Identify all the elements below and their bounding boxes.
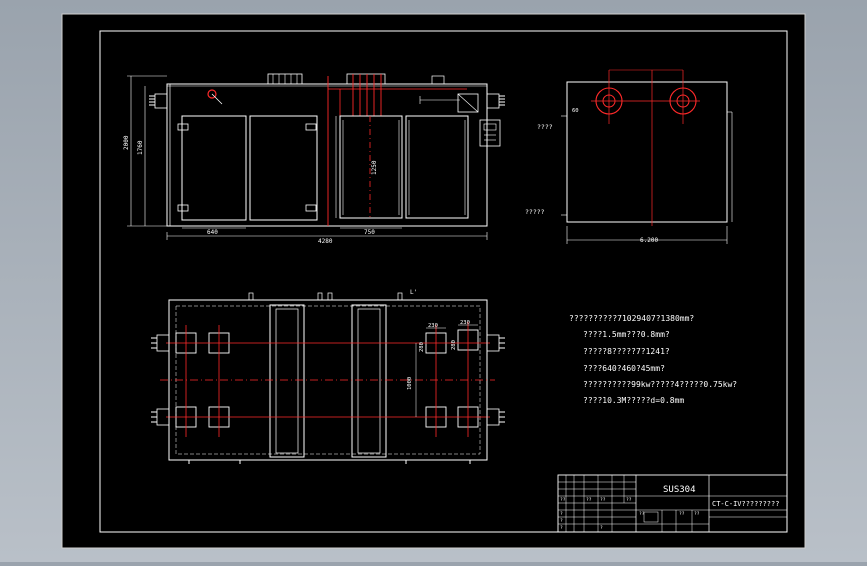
drawing-canvas: 2000 1760 1250 640 750 4280 60 ???? ????… <box>61 13 806 549</box>
label-bottom-port: ????? <box>525 208 545 216</box>
label-top-port: ???? <box>537 123 553 131</box>
material-label: SUS304 <box>663 485 696 495</box>
dim-duct-d: 280 <box>451 340 457 350</box>
dim-duct-b: 230 <box>460 320 470 326</box>
top-marker: L' <box>410 289 417 296</box>
dim-total-length: 4280 <box>318 238 333 245</box>
note-6: ????10.3M?????d=0.8mm <box>583 396 684 405</box>
dim-inner-width: 640 <box>207 229 218 236</box>
title-code-4: ? <box>600 525 603 531</box>
title-sub-1: ?? <box>560 497 566 503</box>
dim-door-height: 1760 <box>137 140 144 155</box>
cad-viewport[interactable]: 2000 1760 1250 640 750 4280 60 ???? ????… <box>0 0 867 562</box>
dim-side-width: 6.200 <box>640 237 658 244</box>
title-sub-4: ?? <box>626 497 632 503</box>
note-3: ?????8?????7?1241? <box>583 347 670 356</box>
dim-duct-a: 230 <box>428 323 438 329</box>
drawing-name: CT-C-IV????????? <box>712 500 779 508</box>
dim-duct-c: 280 <box>419 342 425 352</box>
dim-bay-width: 750 <box>364 229 375 236</box>
dim-total-height: 2000 <box>123 135 130 150</box>
title-col-3: ?? <box>694 511 700 517</box>
note-5: ??????????99kw?????4?????0.75kw? <box>583 380 737 389</box>
title-sub-3: ?? <box>600 497 606 503</box>
dim-chamber-height: 1250 <box>371 160 378 175</box>
title-code-2: ? <box>560 518 563 524</box>
note-4: ????640?460?45mm? <box>583 364 665 373</box>
title-col-1: ?? <box>639 511 645 517</box>
note-1: ??????????71029407?1380mm? <box>569 314 694 323</box>
dim-spacing: 1000 <box>407 377 413 390</box>
title-code-1: ? <box>560 511 563 517</box>
dim-offset: 60 <box>572 108 579 114</box>
title-code-3: ? <box>560 525 563 531</box>
title-sub-2: ?? <box>586 497 592 503</box>
title-col-2: ?? <box>679 511 685 517</box>
note-2: ????1.5mm???0.8mm? <box>583 330 670 339</box>
